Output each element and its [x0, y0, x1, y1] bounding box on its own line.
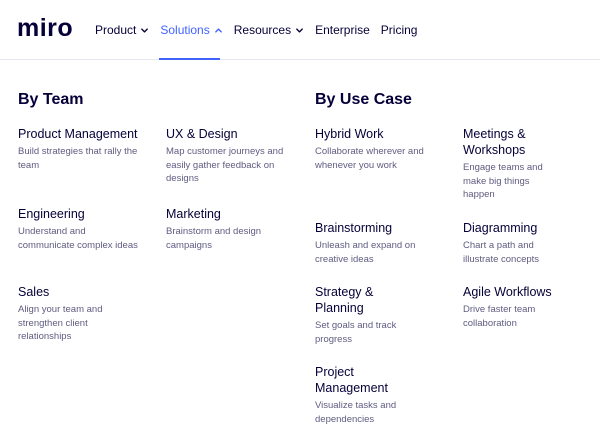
- menu-item-meetings-workshops[interactable]: Meetings & Workshops Engage teams and ma…: [463, 126, 558, 202]
- nav-enterprise-label: Enterprise: [315, 23, 370, 37]
- menu-item-desc: Build strategies that rally the team: [18, 146, 138, 171]
- menu-item-ux-design[interactable]: UX & Design Map customer journeys and ea…: [166, 126, 291, 186]
- menu-item-title: Project Management: [315, 365, 388, 395]
- nav-resources-label: Resources: [233, 23, 292, 37]
- chevron-down-icon: [140, 26, 149, 35]
- menu-item-title: Agile Workflows: [463, 285, 552, 299]
- menu-item-title: Diagramming: [463, 221, 538, 235]
- menu-item-title: Hybrid Work: [315, 127, 384, 141]
- menu-item-desc: Engage teams and make big things happen: [463, 162, 543, 200]
- active-nav-underline: [159, 58, 220, 60]
- menu-item-hybrid-work[interactable]: Hybrid Work Collaborate wherever and whe…: [315, 126, 435, 172]
- menu-item-title: Meetings & Workshops: [463, 127, 526, 157]
- menu-item-title: Strategy & Planning: [315, 285, 374, 315]
- nav-pricing-label: Pricing: [380, 23, 418, 37]
- chevron-down-icon: [295, 26, 304, 35]
- menu-item-desc: Map customer journeys and easily gather …: [166, 146, 284, 184]
- nav-product-label: Product: [95, 23, 137, 37]
- menu-item-desc: Collaborate wherever and whenever you wo…: [315, 146, 424, 171]
- menu-item-strategy-planning[interactable]: Strategy & Planning Set goals and track …: [315, 284, 415, 346]
- top-navbar: miro Product Solutions Resources Enterpr…: [0, 0, 600, 60]
- chevron-up-icon: [214, 26, 223, 35]
- nav-enterprise[interactable]: Enterprise: [315, 22, 370, 38]
- nav-resources[interactable]: Resources: [234, 22, 304, 38]
- menu-item-desc: Visualize tasks and dependencies: [315, 400, 397, 425]
- menu-item-marketing[interactable]: Marketing Brainstorm and design campaign…: [166, 206, 291, 252]
- main-nav: Product Solutions Resources Enterprise P…: [95, 22, 428, 38]
- menu-item-brainstorming[interactable]: Brainstorming Unleash and expand on crea…: [315, 220, 435, 266]
- nav-solutions[interactable]: Solutions: [160, 22, 222, 38]
- menu-item-title: Engineering: [18, 207, 85, 221]
- nav-pricing[interactable]: Pricing: [381, 22, 418, 38]
- menu-item-desc: Brainstorm and design campaigns: [166, 226, 262, 251]
- miro-logo[interactable]: miro: [17, 14, 73, 42]
- menu-item-desc: Align your team and strengthen client re…: [18, 304, 103, 342]
- menu-item-desc: Drive faster team collaboration: [463, 304, 536, 329]
- by-use-case-heading: By Use Case: [315, 91, 412, 108]
- menu-item-title: Marketing: [166, 207, 221, 221]
- menu-item-title: UX & Design: [166, 127, 238, 141]
- menu-item-project-management[interactable]: Project Management Visualize tasks and d…: [315, 364, 415, 426]
- menu-item-title: Sales: [18, 285, 50, 299]
- menu-item-desc: Chart a path and illustrate concepts: [463, 240, 540, 265]
- menu-item-diagramming[interactable]: Diagramming Chart a path and illustrate …: [463, 220, 563, 266]
- by-team-heading: By Team: [18, 91, 84, 108]
- nav-product[interactable]: Product: [95, 22, 149, 38]
- menu-item-title: Brainstorming: [315, 221, 393, 235]
- menu-item-title: Product Management: [18, 127, 138, 141]
- menu-item-engineering[interactable]: Engineering Understand and communicate c…: [18, 206, 138, 252]
- menu-item-sales[interactable]: Sales Align your team and strengthen cli…: [18, 284, 138, 344]
- menu-item-desc: Set goals and track progress: [315, 320, 397, 345]
- menu-item-product-management[interactable]: Product Management Build strategies that…: [18, 126, 138, 172]
- menu-item-desc: Unleash and expand on creative ideas: [315, 240, 416, 265]
- menu-item-agile-workflows[interactable]: Agile Workflows Drive faster team collab…: [463, 284, 573, 330]
- menu-item-desc: Understand and communicate complex ideas: [18, 226, 138, 251]
- nav-solutions-label: Solutions: [160, 23, 210, 37]
